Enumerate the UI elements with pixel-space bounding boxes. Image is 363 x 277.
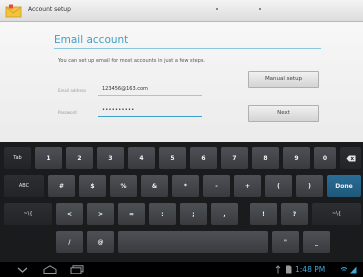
backspace-icon <box>346 155 355 161</box>
key-symbols-right[interactable]: ~\{ <box>312 203 361 225</box>
recent-apps-icon[interactable] <box>70 265 84 274</box>
backspace-key[interactable] <box>340 147 361 169</box>
key-4[interactable]: 4 <box>128 147 155 169</box>
usb-icon <box>275 265 281 274</box>
sd-card-icon <box>286 265 292 274</box>
key-dollar[interactable]: $ <box>79 175 106 197</box>
keyboard-hide-icon[interactable] <box>16 265 29 274</box>
key-5[interactable]: 5 <box>159 147 186 169</box>
email-field-label: Email address <box>58 88 87 93</box>
title-divider <box>54 48 321 49</box>
key-greater-than[interactable]: > <box>87 203 114 225</box>
key-7[interactable]: 7 <box>221 147 248 169</box>
account-setup-form: Email account You can set up email for m… <box>0 22 363 142</box>
password-field-label: Password <box>58 110 77 115</box>
key-close-paren[interactable]: ) <box>296 175 323 197</box>
key-equals[interactable]: = <box>118 203 145 225</box>
key-minus[interactable]: - <box>203 175 230 197</box>
wifi-signal-icon <box>340 266 357 274</box>
key-question[interactable]: ? <box>281 203 308 225</box>
action-bar: Account setup <box>0 0 363 22</box>
key-8[interactable]: 8 <box>252 147 279 169</box>
key-1[interactable]: 1 <box>35 147 62 169</box>
key-6[interactable]: 6 <box>190 147 217 169</box>
key-slash[interactable]: / <box>56 231 83 253</box>
key-plus[interactable]: + <box>234 175 261 197</box>
key-2[interactable]: 2 <box>66 147 93 169</box>
status-clock: 1:48 PM <box>295 265 326 274</box>
key-less-than[interactable]: < <box>56 203 83 225</box>
system-bar: 1:48 PM <box>0 262 363 277</box>
key-semicolon[interactable]: ; <box>180 203 207 225</box>
key-abc[interactable]: ABC <box>4 175 44 197</box>
key-hash[interactable]: # <box>48 175 75 197</box>
key-comma[interactable]: , <box>211 203 238 225</box>
key-tab[interactable]: Tab <box>4 147 31 169</box>
key-open-paren[interactable]: ( <box>265 175 292 197</box>
next-button[interactable]: Next <box>248 105 319 122</box>
key-quote[interactable]: " <box>272 231 299 253</box>
manual-setup-button[interactable]: Manual setup <box>248 71 319 88</box>
key-ampersand[interactable]: & <box>141 175 168 197</box>
soft-keyboard: Tab 1 2 3 4 5 6 7 8 9 0 ABC # $ % & * - … <box>0 142 363 262</box>
key-underscore[interactable]: _ <box>303 231 330 253</box>
key-colon[interactable]: : <box>149 203 176 225</box>
key-0[interactable]: 0 <box>314 147 336 169</box>
home-icon[interactable] <box>43 265 57 274</box>
action-bar-dot <box>259 8 261 10</box>
setup-description: You can set up email for most accounts i… <box>58 58 206 64</box>
key-exclamation[interactable]: ! <box>250 203 277 225</box>
done-key[interactable]: Done <box>327 175 361 197</box>
key-asterisk[interactable]: * <box>172 175 199 197</box>
password-field[interactable]: •••••••••• <box>102 107 135 113</box>
email-field[interactable]: 123456@163.com <box>102 86 148 92</box>
key-at[interactable]: @ <box>87 231 114 253</box>
email-field-underline <box>98 95 202 96</box>
key-percent[interactable]: % <box>110 175 137 197</box>
key-9[interactable]: 9 <box>283 147 310 169</box>
action-bar-dot <box>216 8 218 10</box>
password-field-underline <box>98 116 202 117</box>
space-bar[interactable] <box>118 231 268 253</box>
key-symbols-left[interactable]: ~\{ <box>4 203 52 225</box>
action-bar-title: Account setup <box>28 6 71 13</box>
key-3[interactable]: 3 <box>97 147 124 169</box>
page-title: Email account <box>54 34 129 46</box>
email-app-icon[interactable] <box>5 4 23 18</box>
